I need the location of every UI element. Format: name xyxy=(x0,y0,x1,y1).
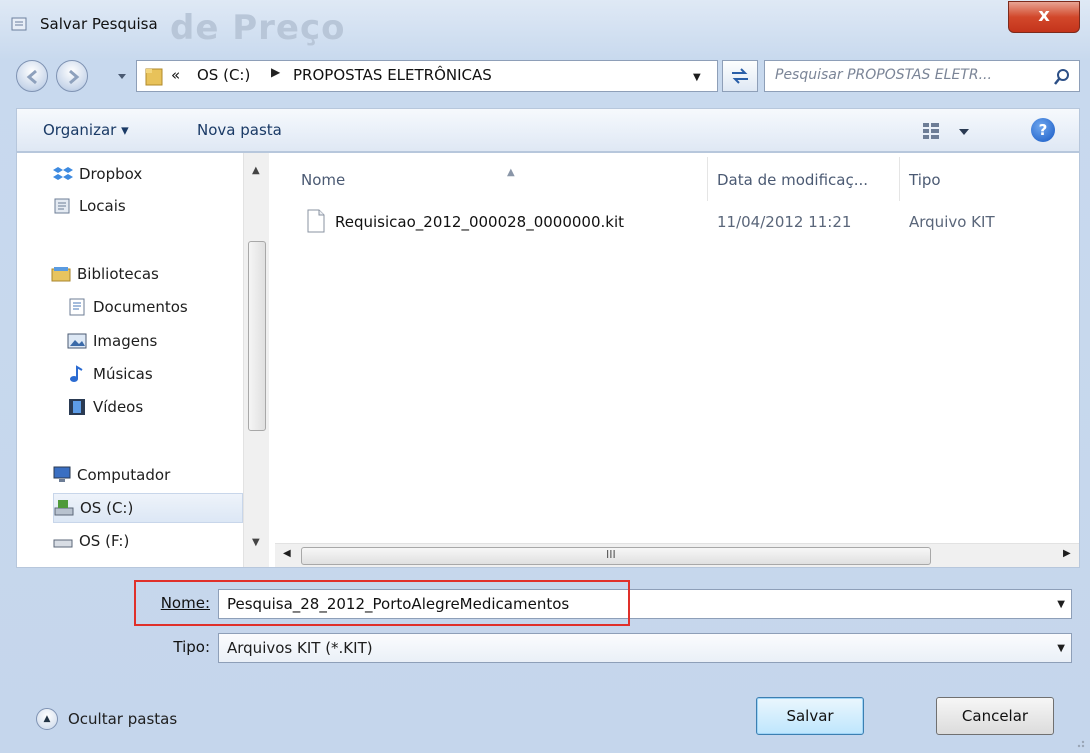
sort-ascending-icon: ▲ xyxy=(507,167,515,178)
nav-label-os-c: OS (C:) xyxy=(80,499,134,517)
hide-folders-button[interactable]: ▲ Ocultar pastas xyxy=(36,708,177,730)
breadcrumb-overflow[interactable]: « xyxy=(171,66,180,84)
file-type: Arquivo KIT xyxy=(909,213,995,231)
file-list: Nome ▲ Data de modificaç... Tipo Requisi… xyxy=(275,153,1079,567)
computer-icon xyxy=(53,466,71,482)
forward-button[interactable] xyxy=(56,60,88,92)
refresh-icon xyxy=(732,68,748,84)
highlight-annotation xyxy=(134,580,630,626)
file-icon xyxy=(307,209,325,233)
address-bar[interactable]: « OS (C:) ▶ PROPOSTAS ELETRÔNICAS ▼ xyxy=(136,60,718,92)
new-folder-button[interactable]: Nova pasta xyxy=(197,121,282,139)
window-title: Salvar Pesquisa xyxy=(40,15,158,33)
file-date: 11/04/2012 11:21 xyxy=(717,213,852,231)
organize-menu-button[interactable]: Organizar ▾ xyxy=(43,121,129,139)
navigation-bar: « OS (C:) ▶ PROPOSTAS ELETRÔNICAS ▼ Pesq… xyxy=(16,56,1080,96)
scroll-left-icon[interactable]: ◀ xyxy=(283,548,291,559)
close-button[interactable]: x xyxy=(1008,1,1080,33)
music-icon xyxy=(70,365,83,382)
drive-icon xyxy=(53,539,73,548)
back-button[interactable] xyxy=(16,60,48,92)
nav-item-computador[interactable]: Computador xyxy=(51,460,243,490)
column-header-date[interactable]: Data de modificaç... xyxy=(717,171,868,189)
address-dropdown-icon[interactable]: ▼ xyxy=(693,72,701,83)
refresh-button[interactable] xyxy=(722,60,758,92)
scroll-up-icon[interactable]: ▲ xyxy=(252,165,260,176)
nav-item-videos[interactable]: Vídeos xyxy=(67,392,243,422)
filetype-dropdown-icon[interactable]: ▼ xyxy=(1057,643,1065,654)
nav-label-musicas: Músicas xyxy=(93,365,153,383)
nav-label-dropbox: Dropbox xyxy=(79,165,143,183)
column-separator[interactable] xyxy=(707,157,708,201)
nav-item-locais[interactable]: Locais xyxy=(53,191,243,221)
search-placeholder: Pesquisar PROPOSTAS ELETR... xyxy=(775,67,992,83)
breadcrumb-folder[interactable]: PROPOSTAS ELETRÔNICAS xyxy=(293,66,492,84)
nav-item-os-c[interactable]: OS (C:) xyxy=(53,493,243,523)
nav-label-computador: Computador xyxy=(77,466,171,484)
recent-places-icon xyxy=(54,198,70,214)
help-icon[interactable]: ? xyxy=(1031,118,1055,142)
documents-icon xyxy=(69,298,85,316)
nav-label-os-f: OS (F:) xyxy=(79,532,130,550)
filetype-label: Tipo: xyxy=(173,638,210,656)
save-button[interactable]: Salvar xyxy=(756,697,864,735)
breadcrumb-drive[interactable]: OS (C:) xyxy=(197,66,250,84)
filetype-select[interactable]: Arquivos KIT (*.KIT) ▼ xyxy=(218,633,1072,663)
system-drive-icon xyxy=(54,500,74,516)
nav-item-musicas[interactable]: Músicas xyxy=(67,359,243,389)
nav-item-dropbox[interactable]: Dropbox xyxy=(53,159,243,189)
view-options-icon[interactable] xyxy=(921,121,977,141)
scroll-grip: III xyxy=(606,548,616,561)
search-icon[interactable] xyxy=(1053,68,1071,86)
column-header-name[interactable]: Nome xyxy=(301,171,345,189)
dropbox-icon xyxy=(53,167,73,180)
search-box[interactable]: Pesquisar PROPOSTAS ELETR... xyxy=(764,60,1080,92)
dialog-icon xyxy=(11,17,27,31)
hide-folders-label: Ocultar pastas xyxy=(68,710,178,728)
horizontal-scrollbar[interactable]: ◀ III ▶ xyxy=(275,543,1079,567)
scroll-down-icon[interactable]: ▼ xyxy=(252,537,260,548)
nav-item-imagens[interactable]: Imagens xyxy=(67,326,243,356)
table-row[interactable]: Requisicao_2012_000028_0000000.kit 11/04… xyxy=(303,205,1073,239)
pictures-icon xyxy=(67,333,87,349)
navigation-scroll-thumb[interactable] xyxy=(248,241,266,431)
cancel-button[interactable]: Cancelar xyxy=(936,697,1054,735)
column-separator[interactable] xyxy=(899,157,900,201)
folder-icon xyxy=(145,68,163,86)
filetype-value: Arquivos KIT (*.KIT) xyxy=(227,639,373,657)
navigation-scrollbar[interactable]: ▲ ▼ xyxy=(243,153,269,567)
videos-icon xyxy=(69,399,85,415)
file-name: Requisicao_2012_000028_0000000.kit xyxy=(335,213,625,231)
breadcrumb-separator-icon[interactable]: ▶ xyxy=(271,65,280,79)
chevron-up-icon: ▲ xyxy=(36,708,58,730)
command-toolbar: Organizar ▾ Nova pasta ? xyxy=(16,108,1080,152)
column-header-type[interactable]: Tipo xyxy=(909,171,941,189)
nav-item-os-f[interactable]: OS (F:) xyxy=(53,526,243,556)
nav-item-documentos[interactable]: Documentos xyxy=(67,292,243,322)
scroll-right-icon[interactable]: ▶ xyxy=(1063,548,1071,559)
nav-label-locais: Locais xyxy=(79,197,126,215)
background-window-text: de Preço xyxy=(170,8,346,48)
recent-pages-dropdown-icon[interactable] xyxy=(116,68,128,84)
arrow-right-icon xyxy=(69,69,80,85)
horizontal-scroll-thumb[interactable]: III xyxy=(301,547,931,565)
libraries-icon xyxy=(51,267,71,282)
save-dialog: de Preço Salvar Pesquisa x « OS (C:) ▶ P… xyxy=(0,0,1090,753)
filename-dropdown-icon[interactable]: ▼ xyxy=(1057,599,1065,610)
title-bar: de Preço Salvar Pesquisa x xyxy=(0,0,1090,50)
nav-label-documentos: Documentos xyxy=(93,298,188,316)
resize-grip-icon[interactable] xyxy=(1072,735,1086,749)
nav-label-videos: Vídeos xyxy=(93,398,144,416)
nav-item-bibliotecas[interactable]: Bibliotecas xyxy=(51,259,241,289)
navigation-pane: Dropbox Locais Bibliotecas Documentos Im… xyxy=(17,153,271,567)
arrow-left-icon xyxy=(26,69,37,85)
nav-label-imagens: Imagens xyxy=(93,332,158,350)
nav-label-bibliotecas: Bibliotecas xyxy=(77,265,159,283)
browser-pane: Dropbox Locais Bibliotecas Documentos Im… xyxy=(16,152,1080,568)
